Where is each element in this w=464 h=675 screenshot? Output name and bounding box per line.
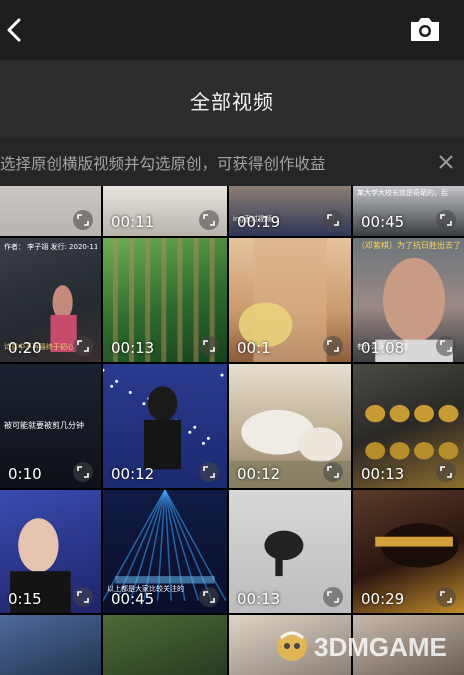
expand-icon[interactable] — [73, 210, 93, 230]
video-duration: 00:45 — [361, 213, 405, 231]
expand-icon[interactable] — [73, 587, 93, 607]
thumbnail-caption: 某大学大校长就是奇葩的，后 — [357, 189, 448, 197]
expand-icon[interactable] — [436, 336, 456, 356]
close-icon[interactable] — [438, 154, 454, 170]
thumbnail-caption: （邓紫棋）为了抗日胜出去了 — [357, 241, 460, 250]
video-duration: 00:12 — [237, 465, 281, 483]
back-arrow-icon[interactable] — [2, 14, 28, 46]
expand-icon[interactable] — [323, 210, 343, 230]
video-duration: 0:15 — [8, 590, 42, 608]
expand-icon[interactable] — [436, 210, 456, 230]
video-thumbnail[interactable] — [0, 186, 101, 236]
video-duration: 00:29 — [361, 590, 405, 608]
video-duration: 00:12 — [111, 465, 155, 483]
expand-icon[interactable] — [199, 336, 219, 356]
video-thumbnail[interactable]: 00:12 — [229, 364, 351, 488]
expand-icon[interactable] — [436, 587, 456, 607]
notice-text: 选择原创横版视频并勾选原创，可获得创作收益 — [0, 155, 326, 173]
original-content-notice: 选择原创横版视频并勾选原创，可获得创作收益 — [0, 138, 464, 186]
expand-icon[interactable] — [73, 462, 93, 482]
video-thumbnail[interactable]: 以上都是大家比较关注的 00:45 — [103, 490, 227, 613]
video-thumbnail[interactable]: ing表过视频 00:19 — [229, 186, 351, 236]
expand-icon[interactable] — [73, 336, 93, 356]
video-duration: 00:13 — [361, 465, 405, 483]
expand-icon[interactable] — [323, 587, 343, 607]
video-duration: 00:11 — [111, 213, 155, 231]
expand-icon[interactable] — [436, 462, 456, 482]
title-bar: 全部视频 — [0, 60, 464, 138]
video-thumbnail[interactable] — [0, 615, 101, 675]
video-thumbnail[interactable]: 被可能就要被剪几分钟 0:10 — [0, 364, 101, 488]
video-thumbnail[interactable]: 00:11 — [103, 186, 227, 236]
video-duration: 00:1 — [237, 339, 271, 357]
video-duration: 0:10 — [8, 465, 42, 483]
video-duration: 00:13 — [237, 590, 281, 608]
top-bar — [0, 0, 464, 60]
expand-icon[interactable] — [323, 336, 343, 356]
expand-icon[interactable] — [199, 462, 219, 482]
thumbnail-image — [103, 615, 227, 675]
video-duration: 00:13 — [111, 339, 155, 357]
video-thumbnail[interactable]: 00:12 — [103, 364, 227, 488]
expand-icon[interactable] — [199, 587, 219, 607]
video-duration: 0:20 — [8, 339, 42, 357]
thumbnail-caption: 被可能就要被剪几分钟 — [4, 421, 84, 430]
thumbnail-image — [0, 615, 101, 675]
video-thumbnail[interactable] — [103, 615, 227, 675]
video-duration: 00:19 — [237, 213, 281, 231]
video-thumbnail[interactable]: 00:1 — [229, 238, 351, 362]
video-duration: 01:08 — [361, 339, 405, 357]
video-thumbnail[interactable]: 00:13 — [229, 490, 351, 613]
video-thumbnail[interactable]: 00:29 — [353, 490, 464, 613]
thumbnail-caption: 作者： 李子翊 发行: 2020-11-12 — [4, 243, 97, 251]
3dmgame-watermark: 3DMGAME — [277, 631, 447, 662]
watermark-text: 3DMGAME — [314, 632, 447, 662]
video-thumbnail[interactable]: 某大学大校长就是奇葩的，后 00:45 — [353, 186, 464, 236]
page-title: 全部视频 — [190, 90, 274, 114]
camera-icon[interactable] — [408, 15, 442, 43]
video-duration: 00:45 — [111, 590, 155, 608]
video-thumbnail[interactable]: 作者： 李子翊 发行: 2020-11-12诗意中不再最终于初心0:20 — [0, 238, 101, 362]
video-thumbnail[interactable]: 0:15 — [0, 490, 101, 613]
video-grid: 00:11 ing表过视频 00:19 某大学大校长就是奇葩的，后 00:45 作者： 李… — [0, 186, 464, 675]
expand-icon[interactable] — [199, 210, 219, 230]
video-thumbnail[interactable]: （邓紫棋）为了抗日胜出去了 有什么事 同样要 01:08 — [353, 238, 464, 362]
expand-icon[interactable] — [323, 462, 343, 482]
video-thumbnail[interactable]: 00:13 — [353, 364, 464, 488]
video-thumbnail[interactable]: 00:13 — [103, 238, 227, 362]
